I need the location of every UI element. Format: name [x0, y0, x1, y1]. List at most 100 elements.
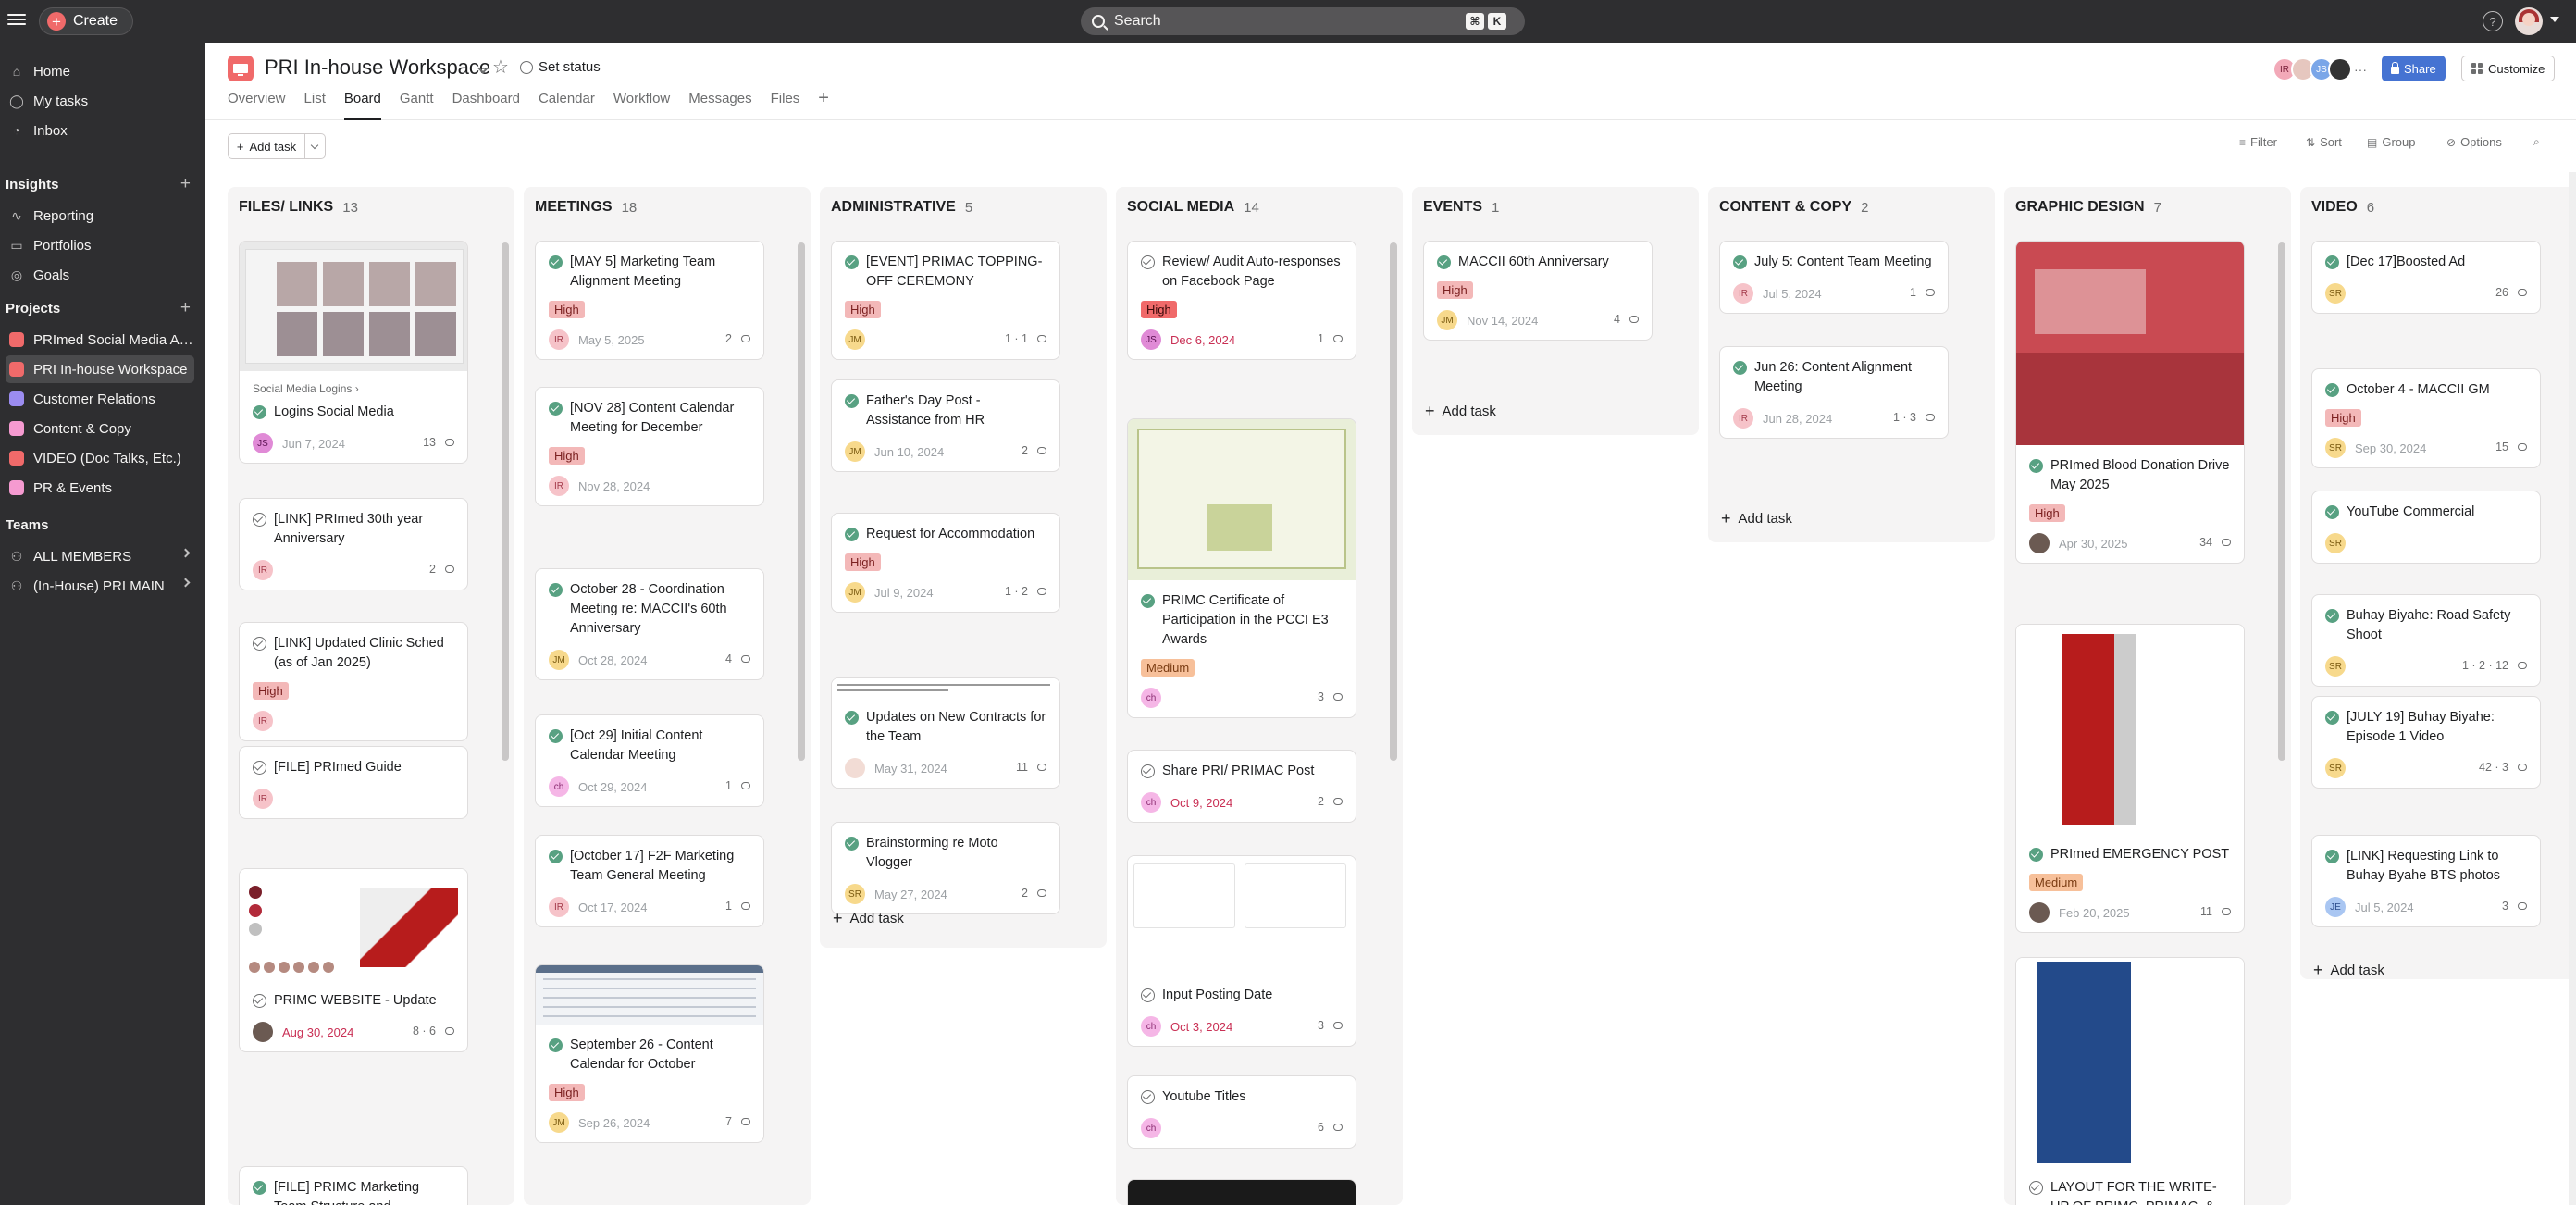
- tab-messages[interactable]: Messages: [688, 91, 751, 120]
- task-title[interactable]: Share PRI/ PRIMAC Post: [1141, 762, 1343, 781]
- due-date[interactable]: Feb 20, 2025: [2059, 906, 2130, 920]
- complete-checkbox-icon[interactable]: [253, 1181, 266, 1195]
- task-card[interactable]: [Dec 17]Boosted Ad SR 26: [2311, 241, 2541, 314]
- assignee-avatar[interactable]: JM: [845, 582, 865, 602]
- task-title[interactable]: [FILE] PRImed Guide: [253, 758, 454, 777]
- chevron-down-icon[interactable]: [2550, 17, 2559, 22]
- assignee-avatar[interactable]: IR: [1733, 408, 1753, 429]
- task-card[interactable]: Request for Accommodation High JM Jul 9, 20…: [831, 513, 1060, 613]
- column-header[interactable]: VIDEO 6: [2300, 187, 2576, 228]
- column-header[interactable]: SOCIAL MEDIA 14: [1116, 187, 1403, 228]
- task-title[interactable]: Father's Day Post - Assistance from HR: [845, 391, 1046, 430]
- card-stats[interactable]: 15: [2496, 441, 2527, 453]
- card-thumbnail[interactable]: [536, 965, 763, 1025]
- complete-checkbox-icon[interactable]: [2325, 383, 2339, 397]
- due-date[interactable]: Nov 28, 2024: [578, 479, 650, 493]
- more-members[interactable]: ···: [2348, 57, 2372, 81]
- task-title[interactable]: [MAY 5] Marketing Team Alignment Meeting: [549, 253, 750, 292]
- task-title[interactable]: PRIMC Certificate of Participation in th…: [1141, 591, 1343, 650]
- complete-checkbox-icon[interactable]: [2325, 505, 2339, 519]
- task-title[interactable]: Review/ Audit Auto-responses on Facebook…: [1141, 253, 1343, 292]
- complete-checkbox-icon[interactable]: [845, 255, 859, 269]
- sidebar-item-project[interactable]: PR & Events: [6, 474, 194, 502]
- page-title[interactable]: PRI In-house Workspace: [265, 56, 490, 80]
- card-stats[interactable]: 2: [1318, 795, 1343, 808]
- task-title[interactable]: [October 17] F2F Marketing Team General …: [549, 847, 750, 886]
- add-task-link[interactable]: + Add task: [1425, 402, 1496, 421]
- task-card[interactable]: Brainstorming re Moto Vlogger SR May 27, 2…: [831, 822, 1060, 914]
- sidebar-item-home[interactable]: ⌂ Home: [6, 57, 194, 85]
- due-date[interactable]: Jun 10, 2024: [874, 445, 944, 459]
- complete-checkbox-icon[interactable]: [2029, 1181, 2043, 1195]
- sidebar-item-portfolios[interactable]: ▭ Portfolios: [6, 231, 194, 259]
- card-stats[interactable]: 2: [429, 563, 454, 576]
- assignee-avatar[interactable]: [253, 1022, 273, 1042]
- add-project-icon[interactable]: +: [180, 298, 191, 318]
- board-scrollbar[interactable]: [2569, 172, 2576, 1205]
- card-stats[interactable]: 42 · 3: [2479, 761, 2527, 774]
- card-stats[interactable]: 1: [1318, 332, 1343, 345]
- due-date[interactable]: May 27, 2024: [874, 888, 947, 901]
- search-board-button[interactable]: ⌕: [2533, 135, 2540, 149]
- task-card[interactable]: Buhay Biyahe: Road Safety Shoot SR 1 · 2 ·…: [2311, 594, 2541, 687]
- task-card[interactable]: Share PRI/ PRIMAC Post ch Oct 9, 2024 2: [1127, 750, 1356, 823]
- assignee-avatar[interactable]: JM: [845, 441, 865, 462]
- task-card[interactable]: Updates on New Contracts for the Team May…: [831, 677, 1060, 789]
- column-header[interactable]: GRAPHIC DESIGN 7: [2004, 187, 2291, 228]
- task-title[interactable]: [FILE] PRIMC Marketing Team Structure an…: [253, 1178, 454, 1205]
- due-date[interactable]: Oct 17, 2024: [578, 901, 647, 914]
- complete-checkbox-icon[interactable]: [253, 761, 266, 775]
- task-card[interactable]: October 28 - Coordination Meeting re: MA…: [535, 568, 764, 680]
- complete-checkbox-icon[interactable]: [2325, 850, 2339, 863]
- due-date[interactable]: Jun 28, 2024: [1763, 412, 1832, 426]
- tab-list[interactable]: List: [304, 91, 326, 120]
- due-date[interactable]: Nov 14, 2024: [1467, 314, 1538, 328]
- task-card[interactable]: PRIMC Certificate of Participation in th…: [1127, 418, 1356, 718]
- card-stats[interactable]: 26: [2496, 286, 2527, 299]
- tab-dashboard[interactable]: Dashboard: [452, 91, 520, 120]
- assignee-avatar[interactable]: IR: [549, 329, 569, 350]
- column-scrollbar[interactable]: [798, 242, 805, 761]
- add-task-link[interactable]: + Add task: [833, 909, 904, 928]
- task-title[interactable]: Input Posting Date: [1141, 986, 1343, 1005]
- insights-section-title[interactable]: Insights +: [6, 172, 194, 196]
- assignee-avatar[interactable]: IR: [549, 476, 569, 496]
- card-stats[interactable]: 3: [1318, 690, 1343, 703]
- task-card[interactable]: [MAY 5] Marketing Team Alignment Meeting…: [535, 241, 764, 360]
- card-stats[interactable]: 1: [725, 900, 750, 913]
- projects-section-title[interactable]: Projects +: [6, 296, 194, 320]
- card-stats[interactable]: 3: [2502, 900, 2527, 913]
- task-card[interactable]: PRImed EMERGENCY POST Medium Feb 20, 2025 1…: [2015, 624, 2245, 933]
- priority-tag[interactable]: High: [1141, 301, 1177, 318]
- task-title[interactable]: PRImed EMERGENCY POST: [2029, 845, 2231, 864]
- task-card[interactable]: [FILE] PRImed Guide IR: [239, 746, 468, 819]
- complete-checkbox-icon[interactable]: [549, 402, 563, 416]
- task-title[interactable]: Logins Social Media: [253, 403, 454, 422]
- card-stats[interactable]: 4: [1614, 313, 1639, 326]
- customize-button[interactable]: Customize: [2461, 56, 2556, 81]
- complete-checkbox-icon[interactable]: [1733, 361, 1747, 375]
- priority-tag[interactable]: High: [845, 553, 881, 571]
- complete-checkbox-icon[interactable]: [1141, 594, 1155, 608]
- column-scrollbar[interactable]: [2278, 242, 2285, 761]
- card-thumbnail[interactable]: [1128, 1180, 1356, 1205]
- assignee-avatar[interactable]: [2029, 902, 2050, 923]
- sidebar-item-project[interactable]: Content & Copy: [6, 415, 194, 442]
- card-stats[interactable]: 4: [725, 652, 750, 665]
- column-scrollbar[interactable]: [1390, 242, 1397, 761]
- due-date[interactable]: Jul 5, 2024: [2355, 901, 2414, 914]
- complete-checkbox-icon[interactable]: [2325, 255, 2339, 269]
- complete-checkbox-icon[interactable]: [253, 513, 266, 527]
- due-date[interactable]: Dec 6, 2024: [1170, 333, 1235, 347]
- assignee-avatar[interactable]: JE: [2325, 897, 2346, 917]
- card-stats[interactable]: 1 · 3: [1893, 411, 1935, 424]
- assignee-avatar[interactable]: [845, 758, 865, 778]
- card-stats[interactable]: 3: [1318, 1019, 1343, 1032]
- tab-board[interactable]: Board: [343, 91, 381, 120]
- task-card[interactable]: Jun 26: Content Alignment Meeting IR Jun 2…: [1719, 346, 1949, 439]
- card-stats[interactable]: 1 · 2 · 12: [2462, 659, 2527, 672]
- assignee-avatar[interactable]: SR: [2325, 533, 2346, 553]
- priority-tag[interactable]: Medium: [2029, 874, 2084, 891]
- card-stats[interactable]: 6: [1318, 1121, 1343, 1134]
- assignee-avatar[interactable]: IR: [549, 897, 569, 917]
